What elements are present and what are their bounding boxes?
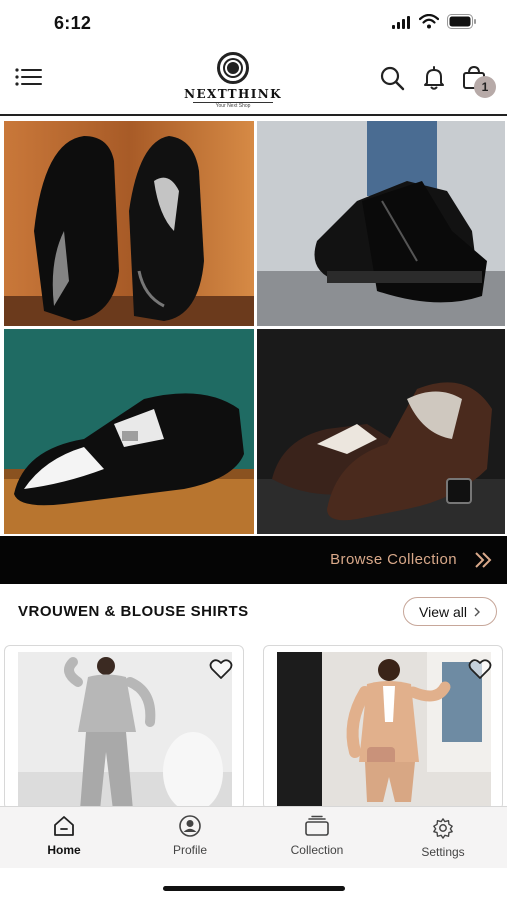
bottom-tab-bar: Home Profile Collection Settings [0,806,507,868]
hero-image-brown-dress-shoes[interactable] [257,329,505,534]
hero-image-lace-up-boots[interactable] [257,121,505,326]
status-bar: 6:12 [0,0,507,48]
battery-icon [447,14,476,29]
browse-collection-banner[interactable]: Browse Collection [0,536,507,584]
signal-icon [392,15,410,29]
section-title: VROUWEN & BLOUSE SHIRTS [18,603,249,620]
hero-image-two-tone-loafer[interactable] [4,329,254,534]
heart-icon [468,659,492,679]
status-time: 6:12 [54,13,92,33]
shoe-photo-2 [257,121,505,326]
brand-name: NEXTTHINK [184,87,282,101]
hamburger-menu-icon [15,68,42,86]
brand-logo[interactable]: NEXTTHINK Your Next Shop [178,52,288,110]
notifications-button[interactable] [420,64,448,92]
product-image [277,652,491,809]
cart-count-badge: 1 [474,76,496,98]
gear-icon [433,818,453,839]
hero-image-patent-oxfords[interactable] [4,121,254,326]
favorite-button[interactable] [468,658,492,680]
search-icon [380,66,405,91]
tab-home[interactable]: Home [19,815,109,857]
app-header: NEXTTHINK Your Next Shop [0,48,507,116]
product-photo-knit-set [18,652,232,809]
tab-collection[interactable]: Collection [272,815,362,857]
product-card[interactable] [263,645,503,810]
heart-icon [209,659,233,679]
brand-tagline: Your Next Shop [215,103,251,109]
search-button[interactable] [378,64,406,92]
view-all-label: View all [419,603,467,620]
wifi-icon [419,14,439,29]
tab-profile[interactable]: Profile [145,815,235,857]
tab-label: Collection [290,843,344,857]
logo-mark-icon [217,52,249,84]
shoe-photo-4 [257,329,505,534]
tab-label: Profile [172,843,207,857]
collection-icon [305,815,329,836]
menu-button[interactable] [14,66,44,88]
shoe-photo-1 [4,121,254,326]
home-indicator[interactable] [163,886,345,891]
double-chevron-right-icon [475,552,492,568]
bell-icon [424,66,444,90]
shoe-photo-3 [4,329,254,534]
tab-settings[interactable]: Settings [398,817,488,859]
product-photo-beige-suit [277,652,491,809]
product-card[interactable] [4,645,244,810]
favorite-button[interactable] [209,658,233,680]
home-icon [54,816,74,836]
browse-collection-label: Browse Collection [330,551,457,568]
user-icon [179,815,201,837]
chevron-right-icon [474,607,480,616]
view-all-button[interactable]: View all [403,597,497,626]
product-image [18,652,232,809]
tab-label: Home [47,843,81,857]
hero-image-grid [0,118,507,534]
tab-label: Settings [421,845,465,859]
status-icons [391,14,477,29]
